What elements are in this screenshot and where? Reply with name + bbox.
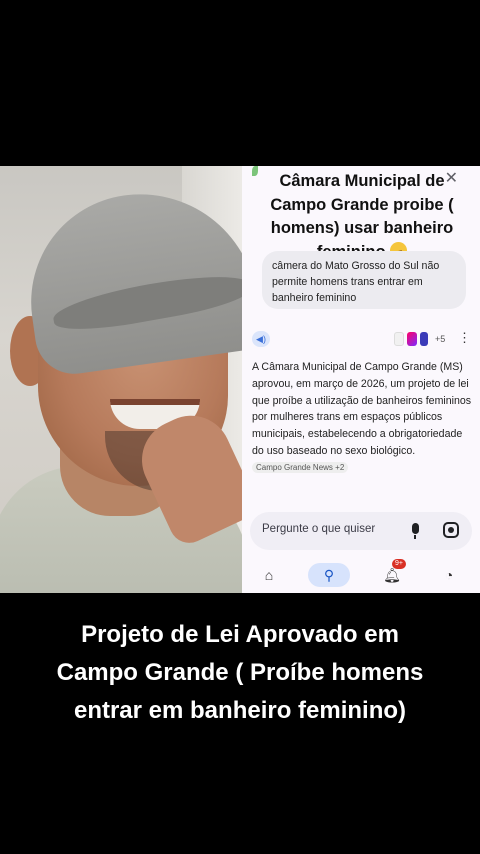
activity-icon[interactable]: ◔ <box>438 563 460 587</box>
home-icon[interactable]: ⌂ <box>258 563 280 587</box>
answer-text-block: A Câmara Municipal de Campo Grande (MS) … <box>252 359 476 477</box>
headline: Câmara Municipal de Campo Grande proibe … <box>256 170 468 264</box>
mic-icon[interactable] <box>410 523 420 539</box>
speaker-icon[interactable]: ◀) <box>252 331 270 347</box>
notifications-badge: 9+ <box>392 559 406 569</box>
person-photo <box>0 166 242 593</box>
query-bubble: câmera do Mato Grosso do Sul não permite… <box>262 251 466 309</box>
sources-group[interactable]: +5 <box>394 330 445 348</box>
query-text: câmera do Mato Grosso do Sul não permite… <box>272 260 440 304</box>
source-logo <box>394 332 404 346</box>
headline-text: Câmara Municipal de Campo Grande proibe … <box>270 172 454 261</box>
video-frame: ✕ Câmara Municipal de Campo Grande proib… <box>0 166 480 593</box>
source-logo <box>420 332 428 346</box>
answer-text: A Câmara Municipal de Campo Grande (MS) … <box>252 361 472 457</box>
search-bar[interactable]: Pergunte o que quiser <box>250 512 472 550</box>
source-chip[interactable]: Campo Grande News +2 <box>252 461 349 473</box>
notifications-icon[interactable]: 🔔︎ 9+ <box>380 559 406 587</box>
bottom-nav: ⌂ ⚲ 🔔︎ 9+ ◔ <box>242 559 480 593</box>
instagram-icon <box>407 332 417 346</box>
lens-icon[interactable] <box>443 522 459 538</box>
video-caption: Projeto de Lei Aprovado em Campo Grande … <box>56 621 424 724</box>
more-options-icon[interactable]: ⋮ <box>458 330 471 346</box>
search-input[interactable]: Pergunte o que quiser <box>262 523 375 535</box>
ai-answer-screenshot: ✕ Câmara Municipal de Campo Grande proib… <box>242 166 480 593</box>
search-icon[interactable]: ⚲ <box>308 563 350 587</box>
source-count: +5 <box>435 334 446 344</box>
